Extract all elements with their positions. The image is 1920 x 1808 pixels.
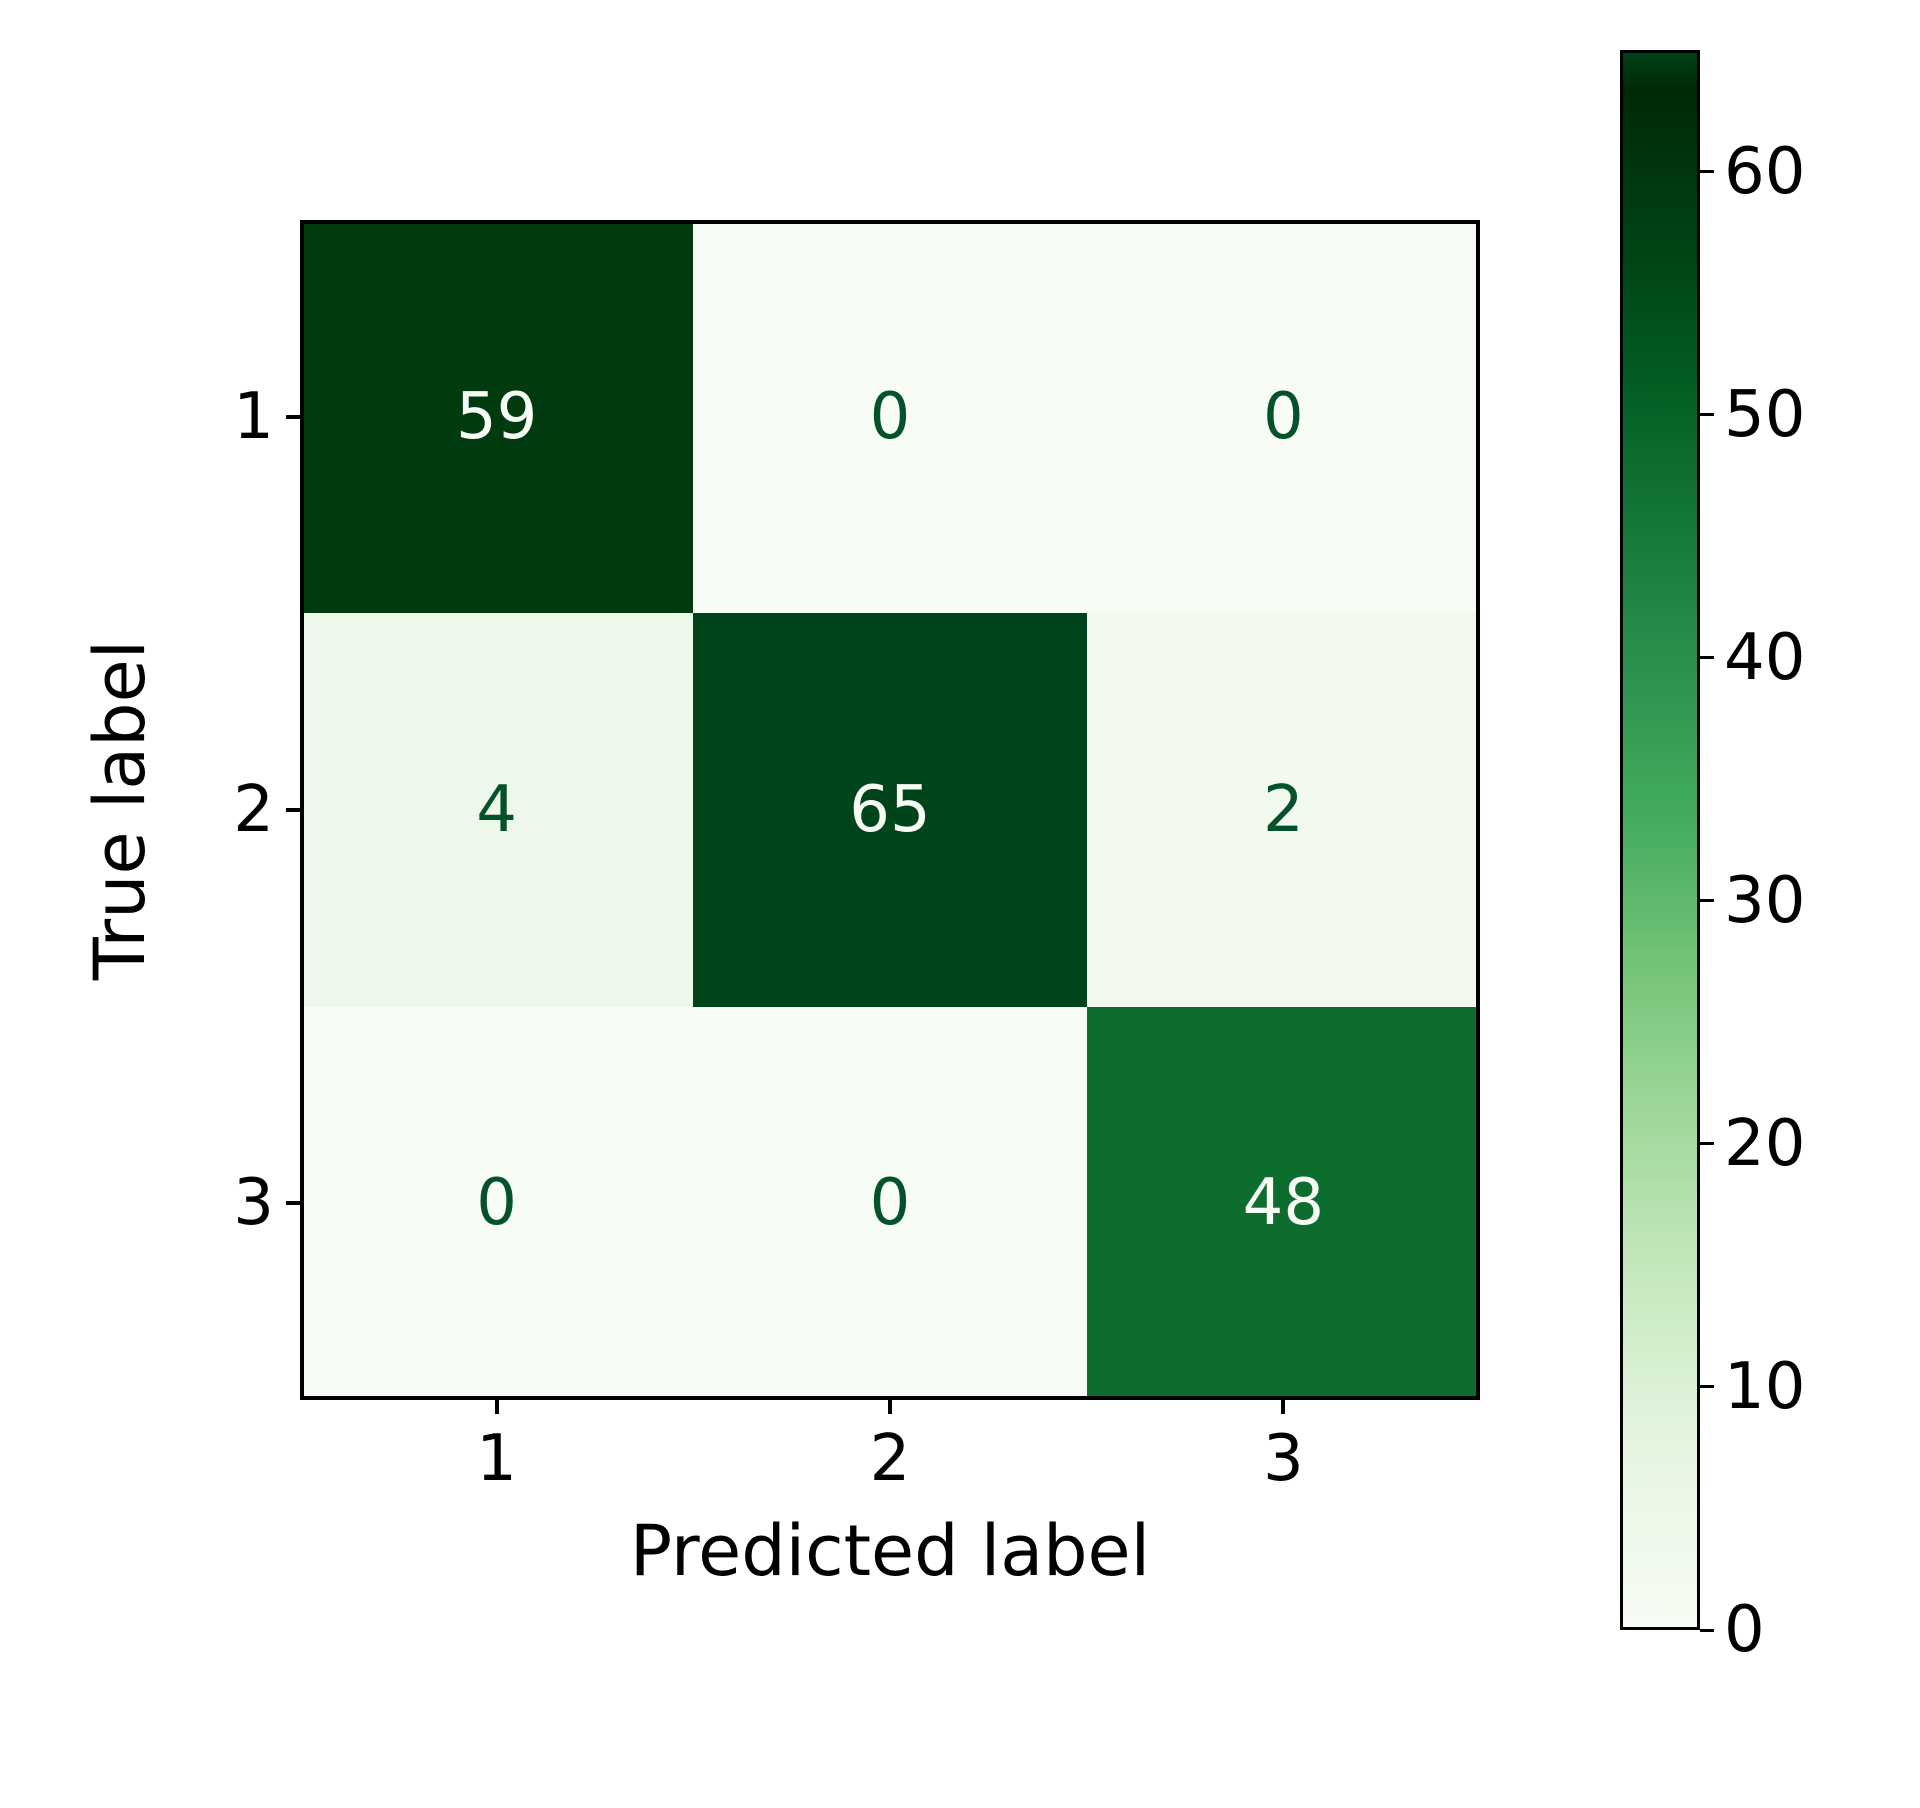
cell-value-r3-c3: 48 — [1243, 1166, 1324, 1240]
colorbar-tick-label: 0 — [1724, 1593, 1765, 1667]
x-tick — [495, 1400, 499, 1414]
cell-value-r1-c2: 0 — [870, 380, 911, 454]
cell-value-r2-c1: 4 — [476, 773, 517, 847]
colorbar-tick — [1700, 1629, 1714, 1632]
figure: 590046520048 Predicted label True label … — [0, 0, 1920, 1808]
cell-r3-c2: 0 — [693, 1007, 1086, 1400]
cell-r2-c2: 65 — [693, 613, 1086, 1006]
colorbar-tick-label: 50 — [1724, 378, 1805, 452]
cell-value-r1-c1: 59 — [456, 380, 537, 454]
colorbar-tick — [1700, 656, 1714, 659]
y-tick — [286, 1201, 300, 1205]
cell-r3-c3: 48 — [1087, 1007, 1480, 1400]
cell-r2-c3: 2 — [1087, 613, 1480, 1006]
y-tick-label: 3 — [233, 1166, 274, 1240]
colorbar-tick — [1700, 170, 1714, 173]
cell-value-r1-c3: 0 — [1263, 380, 1304, 454]
colorbar-tick-label: 60 — [1724, 135, 1805, 209]
cell-r1-c2: 0 — [693, 220, 1086, 613]
cell-value-r3-c2: 0 — [870, 1166, 911, 1240]
colorbar — [1620, 50, 1700, 1630]
y-tick-label: 1 — [233, 380, 274, 454]
colorbar-gradient — [1620, 50, 1700, 1630]
x-axis-label: Predicted label — [630, 1510, 1150, 1592]
cell-r3-c1: 0 — [300, 1007, 693, 1400]
colorbar-tick-label: 30 — [1724, 864, 1805, 938]
x-tick-label: 1 — [476, 1422, 517, 1496]
colorbar-tick — [1700, 1142, 1714, 1145]
cell-value-r3-c1: 0 — [476, 1166, 517, 1240]
x-tick-label: 3 — [1263, 1422, 1304, 1496]
cell-r1-c3: 0 — [1087, 220, 1480, 613]
colorbar-tick — [1700, 413, 1714, 416]
cell-r1-c1: 59 — [300, 220, 693, 613]
y-tick — [286, 415, 300, 419]
colorbar-tick-label: 10 — [1724, 1350, 1805, 1424]
x-tick-label: 2 — [870, 1422, 911, 1496]
colorbar-tick — [1700, 1385, 1714, 1388]
confusion-matrix-heatmap: 59 0 0 4 65 2 0 0 48 — [300, 220, 1480, 1400]
x-tick — [888, 1400, 892, 1414]
colorbar-tick-label: 40 — [1724, 621, 1805, 695]
colorbar-tick — [1700, 899, 1714, 902]
x-tick — [1281, 1400, 1285, 1414]
y-axis-label: True label — [79, 640, 161, 980]
y-tick-label: 2 — [233, 773, 274, 847]
cell-value-r2-c3: 2 — [1263, 773, 1304, 847]
cell-value-r2-c2: 65 — [849, 773, 930, 847]
cell-r2-c1: 4 — [300, 613, 693, 1006]
colorbar-tick-label: 20 — [1724, 1107, 1805, 1181]
y-tick — [286, 808, 300, 812]
